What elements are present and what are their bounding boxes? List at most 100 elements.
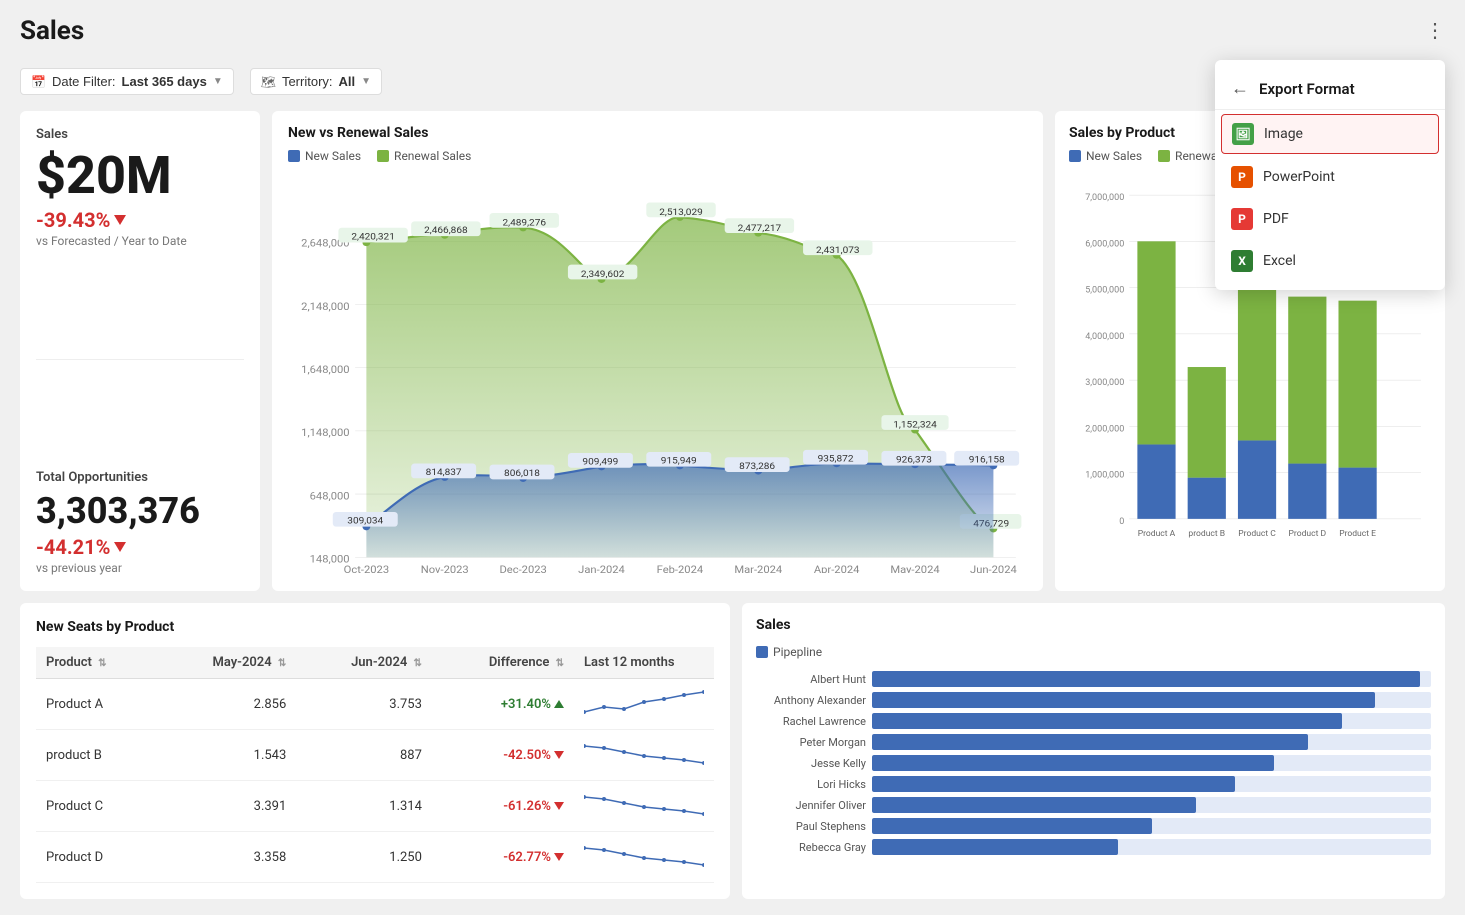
- sort-product-icon[interactable]: ⇅: [98, 658, 106, 669]
- pipeline-bar-row: Rebecca Gray: [756, 839, 1431, 855]
- table-row: Product A 2.856 3.753 +31.40%: [36, 679, 714, 730]
- table-row: Product D 3.358 1.250 -62.77%: [36, 832, 714, 883]
- pipeline-bar-track: [872, 776, 1431, 792]
- pipeline-bar-label: Jesse Kelly: [756, 757, 866, 770]
- pipeline-bar-label: Anthony Alexander: [756, 694, 866, 707]
- col-diff-label: Difference: [489, 655, 550, 670]
- export-item-powerpoint[interactable]: P PowerPoint: [1215, 156, 1445, 198]
- page-title: Sales: [20, 16, 84, 46]
- cell-sparkline: [574, 781, 714, 832]
- pipeline-bar-row: Jennifer Oliver: [756, 797, 1431, 813]
- svg-text:Product A: Product A: [1138, 529, 1176, 539]
- svg-text:1,648,000: 1,648,000: [301, 363, 349, 376]
- opp-vs-text: vs previous year: [36, 561, 244, 575]
- col-product[interactable]: Product ⇅: [36, 647, 156, 679]
- pipeline-bar-track: [872, 755, 1431, 771]
- pipeline-legend: Pipepline: [756, 645, 1431, 659]
- export-item-label: PDF: [1263, 211, 1289, 227]
- export-header: ← Export Format: [1215, 68, 1445, 110]
- opp-section-title: Total Opportunities: [36, 470, 244, 485]
- export-icon-ppt: P: [1231, 166, 1253, 188]
- product-legend-renewal-dot: [1158, 150, 1170, 162]
- new-vs-renewal-card: New vs Renewal Sales New Sales Renewal S…: [272, 111, 1043, 591]
- pipeline-bar-fill: [872, 776, 1235, 792]
- sort-jun-icon[interactable]: ⇅: [414, 658, 422, 669]
- col-may-label: May-2024: [212, 655, 271, 670]
- opp-number: 3,303,376: [36, 493, 244, 529]
- pipeline-bar-track: [872, 797, 1431, 813]
- sort-diff-icon[interactable]: ⇅: [556, 658, 564, 669]
- pipeline-bar-label: Jennifer Oliver: [756, 799, 866, 812]
- svg-text:Product E: Product E: [1339, 529, 1376, 539]
- cell-diff: -42.50%: [432, 730, 574, 781]
- calendar-icon: 📅: [31, 75, 46, 89]
- pipeline-legend-dot: [756, 646, 768, 658]
- svg-text:4,000,000: 4,000,000: [1085, 332, 1124, 342]
- pipeline-bar-fill: [872, 818, 1152, 834]
- chevron-down-icon: ▼: [213, 76, 223, 87]
- svg-text:873,286: 873,286: [739, 461, 775, 472]
- sort-may-icon[interactable]: ⇅: [278, 658, 286, 669]
- legend-new-sales: New Sales: [288, 149, 361, 163]
- cell-may: 3.391: [156, 781, 296, 832]
- svg-text:Mar-2024: Mar-2024: [734, 563, 782, 573]
- cell-product: Product C: [36, 781, 156, 832]
- pipeline-bar-row: Rachel Lawrence: [756, 713, 1431, 729]
- svg-text:Dec-2023: Dec-2023: [499, 563, 546, 573]
- legend-new-sales-label: New Sales: [305, 149, 361, 163]
- svg-text:0: 0: [1119, 517, 1124, 527]
- pipeline-legend-label: Pipepline: [773, 645, 822, 659]
- cell-diff: -61.26%: [432, 781, 574, 832]
- pipeline-bar-fill: [872, 797, 1196, 813]
- legend-new-sales-dot: [288, 150, 300, 162]
- pipeline-bar-label: Albert Hunt: [756, 673, 866, 686]
- svg-text:5,000,000: 5,000,000: [1085, 286, 1124, 296]
- pipeline-bar-fill: [872, 671, 1420, 687]
- svg-text:Apr-2024: Apr-2024: [814, 563, 860, 573]
- cell-jun: 887: [296, 730, 432, 781]
- export-item-excel[interactable]: X Excel: [1215, 240, 1445, 282]
- sales-big-number: $20M: [36, 150, 244, 202]
- territory-filter-button[interactable]: 🗺 Territory: All ▼: [250, 68, 382, 95]
- col-last12-label: Last 12 months: [584, 655, 675, 670]
- svg-text:May-2024: May-2024: [890, 563, 939, 573]
- col-diff[interactable]: Difference ⇅: [432, 647, 574, 679]
- date-filter-button[interactable]: 📅 Date Filter: Last 365 days ▼: [20, 68, 234, 95]
- table-row: product B 1.543 887 -42.50%: [36, 730, 714, 781]
- export-item-image[interactable]: 🖼 Image: [1221, 114, 1439, 154]
- cell-sparkline: [574, 730, 714, 781]
- svg-text:Product C: Product C: [1238, 529, 1276, 539]
- legend-renewal-sales-label: Renewal Sales: [394, 149, 471, 163]
- svg-text:2,148,000: 2,148,000: [301, 300, 349, 313]
- export-back-button[interactable]: ←: [1231, 78, 1249, 99]
- export-dropdown: ← Export Format 🖼 Image P PowerPoint P P…: [1215, 60, 1445, 290]
- date-filter-label: Date Filter:: [52, 74, 116, 89]
- col-last12[interactable]: Last 12 months: [574, 647, 714, 679]
- cell-jun: 1.250: [296, 832, 432, 883]
- export-item-pdf[interactable]: P PDF: [1215, 198, 1445, 240]
- svg-text:648,000: 648,000: [310, 490, 350, 503]
- sales-kpi-card: Sales $20M -39.43% vs Forecasted / Year …: [20, 111, 260, 591]
- export-icon-pdf: P: [1231, 208, 1253, 230]
- cell-product: product B: [36, 730, 156, 781]
- cell-product: Product D: [36, 832, 156, 883]
- col-jun[interactable]: Jun-2024 ⇅: [296, 647, 432, 679]
- more-options-icon[interactable]: ⋮: [1425, 18, 1445, 42]
- svg-text:1,152,324: 1,152,324: [893, 420, 937, 431]
- territory-value: All: [339, 74, 356, 89]
- arrow-down-icon: [114, 215, 126, 225]
- legend-renewal-sales: Renewal Sales: [377, 149, 471, 163]
- pipeline-legend-item: Pipepline: [756, 645, 822, 659]
- pipeline-bar-label: Rebecca Gray: [756, 841, 866, 854]
- pipeline-bar-row: Jesse Kelly: [756, 755, 1431, 771]
- chart-title: New vs Renewal Sales: [288, 125, 1027, 141]
- pipeline-bar-row: Paul Stephens: [756, 818, 1431, 834]
- cell-product: Product A: [36, 679, 156, 730]
- svg-text:Feb-2024: Feb-2024: [657, 563, 704, 573]
- pipeline-bar-label: Peter Morgan: [756, 736, 866, 749]
- col-may[interactable]: May-2024 ⇅: [156, 647, 296, 679]
- pipeline-bar-label: Paul Stephens: [756, 820, 866, 833]
- col-jun-label: Jun-2024: [351, 655, 407, 670]
- pipeline-bar-track: [872, 818, 1431, 834]
- pipeline-bar-label: Lori Hicks: [756, 778, 866, 791]
